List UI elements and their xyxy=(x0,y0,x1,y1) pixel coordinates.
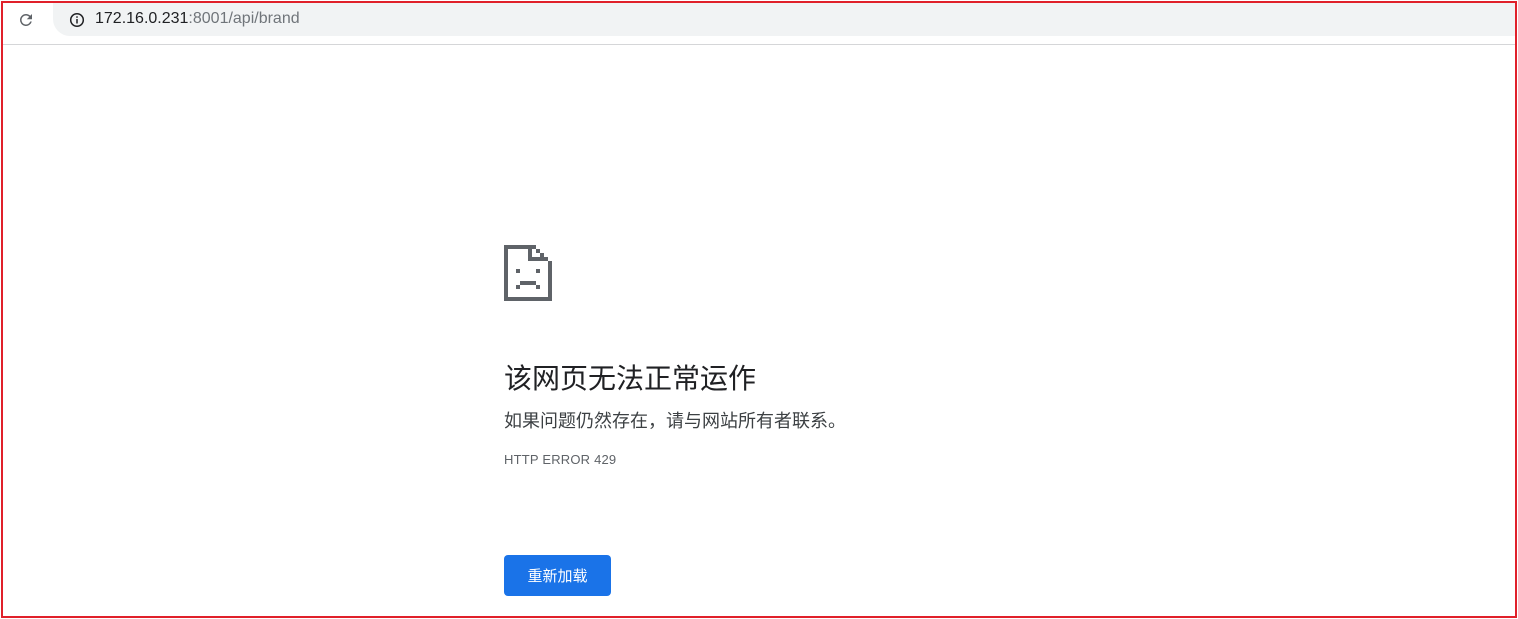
reload-page-button[interactable]: 重新加载 xyxy=(504,555,611,596)
sad-page-icon xyxy=(504,245,552,301)
reload-icon xyxy=(19,13,32,26)
url-path: :8001/api/brand xyxy=(188,9,300,27)
browser-window: 172.16.0.231:8001/api/brand 该网页无法正常运作 如果… xyxy=(1,1,1517,618)
url-host: 172.16.0.231 xyxy=(95,9,189,27)
address-bar[interactable]: 172.16.0.231:8001/api/brand xyxy=(53,3,1515,36)
error-code: HTTP ERROR 429 xyxy=(504,452,617,467)
error-message: 如果问题仍然存在，请与网站所有者联系。 xyxy=(504,411,846,432)
info-icon[interactable] xyxy=(69,12,85,28)
error-heading: 该网页无法正常运作 xyxy=(504,362,757,395)
url-text[interactable]: 172.16.0.231:8001/api/brand xyxy=(95,10,300,28)
browser-toolbar: 172.16.0.231:8001/api/brand xyxy=(3,3,1515,45)
error-content: 该网页无法正常运作 如果问题仍然存在，请与网站所有者联系。 HTTP ERROR… xyxy=(504,241,1104,468)
browser-reload-button[interactable] xyxy=(14,8,38,32)
